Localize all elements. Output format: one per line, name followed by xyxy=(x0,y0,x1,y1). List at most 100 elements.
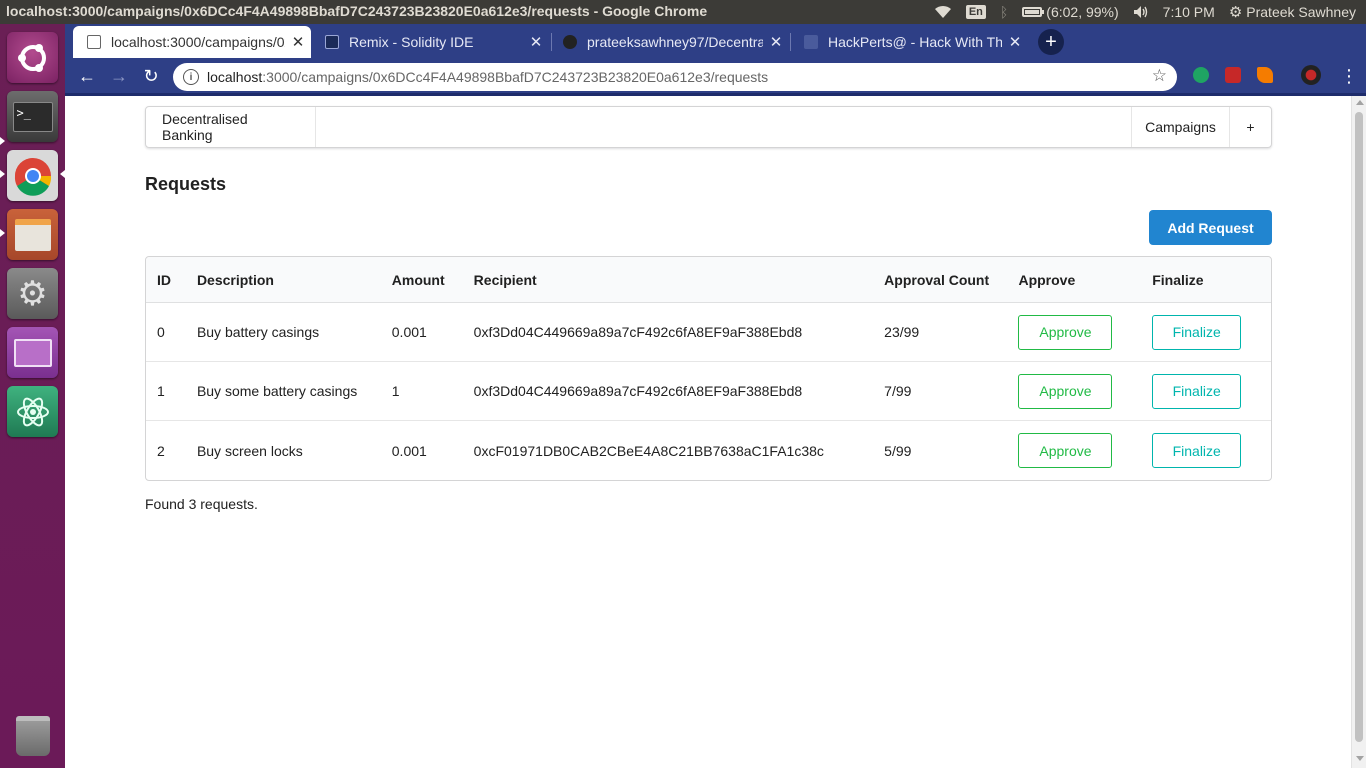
tab-github[interactable]: prateeksawhney97/Decentralised-Banking ✕ xyxy=(549,26,789,58)
cell-description: Buy some battery casings xyxy=(185,362,381,421)
metamask-extension-icon[interactable] xyxy=(1257,67,1273,83)
browser-toolbar: ← → ↻ i localhost:3000/campaigns/0x6DCc4… xyxy=(65,58,1366,96)
tab-title: Remix - Solidity IDE xyxy=(349,34,474,50)
header-recipient: Recipient xyxy=(462,257,874,303)
tab-close-icon[interactable]: ✕ xyxy=(763,33,789,51)
cell-recipient: 0xf3Dd04C449669a89a7cF492c6fA8EF9aF388Eb… xyxy=(462,362,874,421)
browser-menu-button[interactable]: ⋮ xyxy=(1339,64,1359,88)
chrome-icon[interactable] xyxy=(7,150,58,201)
battery-text: (6:02, 99%) xyxy=(1046,4,1119,20)
tab-remix[interactable]: Remix - Solidity IDE ✕ xyxy=(311,26,549,58)
red-extension-icon[interactable] xyxy=(1225,67,1241,83)
system-top-panel: localhost:3000/campaigns/0x6DCc4F4A49898… xyxy=(0,0,1366,24)
address-bar[interactable]: i localhost:3000/campaigns/0x6DCc4F4A498… xyxy=(173,63,1177,91)
hackperts-favicon-icon xyxy=(804,35,818,49)
page-title: Requests xyxy=(145,174,227,194)
cell-approval-count: 23/99 xyxy=(873,303,1008,362)
cell-approve: Approve xyxy=(1007,421,1141,480)
forward-button[interactable]: → xyxy=(107,64,131,88)
gear-icon: ⚙ xyxy=(1228,4,1243,21)
volume-icon[interactable] xyxy=(1133,5,1149,19)
bookmark-star-icon[interactable]: ☆ xyxy=(1152,66,1167,86)
add-request-button[interactable]: Add Request xyxy=(1149,210,1272,245)
wifi-icon[interactable] xyxy=(934,5,952,19)
tab-title: prateeksawhney97/Decentralised-Banking xyxy=(587,34,763,50)
browser-tab-strip: localhost:3000/campaigns/0x6DCc4F4A49898… xyxy=(65,24,1366,58)
bluetooth-icon[interactable]: ᛒ xyxy=(1000,4,1008,20)
cell-recipient: 0xf3Dd04C449669a89a7cF492c6fA8EF9aF388Eb… xyxy=(462,303,874,362)
unity-launcher: >_ ⚙ xyxy=(0,24,65,768)
requests-count-text: Found 3 requests. xyxy=(145,496,258,512)
cell-description: Buy battery casings xyxy=(185,303,381,362)
cell-finalize: Finalize xyxy=(1141,303,1271,362)
trash-icon[interactable] xyxy=(7,710,58,761)
approve-button[interactable]: Approve xyxy=(1018,373,1113,409)
tab-title: HackPerts@ - Hack With The Experts xyxy=(828,34,1002,50)
finalize-button[interactable]: Finalize xyxy=(1152,373,1242,409)
campaigns-link[interactable]: Campaigns xyxy=(1131,107,1229,147)
header-amount: Amount xyxy=(380,257,463,303)
cell-recipient: 0xcF01971DB0CAB2CBeE4A8C21BB7638aC1FA1c3… xyxy=(473,442,824,459)
finalize-button[interactable]: Finalize xyxy=(1152,314,1242,350)
new-campaign-link[interactable]: + xyxy=(1229,107,1271,147)
table-row: 0 Buy battery casings 0.001 0xf3Dd04C449… xyxy=(146,303,1271,362)
cell-approve: Approve xyxy=(1007,362,1142,421)
cell-amount: 1 xyxy=(380,362,463,421)
running-indicator xyxy=(0,229,5,237)
clock[interactable]: 7:10 PM xyxy=(1163,4,1215,20)
session-menu[interactable]: ⚙ Prateek Sawhney xyxy=(1229,3,1356,21)
reload-button[interactable]: ↻ xyxy=(139,64,163,88)
ubuntu-dash-icon[interactable] xyxy=(7,32,58,83)
scrollbar-thumb[interactable] xyxy=(1355,112,1363,742)
cell-amount: 0.001 xyxy=(391,442,427,459)
cell-approve: Approve xyxy=(1007,303,1142,362)
workspace-icon[interactable] xyxy=(7,327,58,378)
shield-extension-icon[interactable] xyxy=(1193,67,1209,83)
terminal-icon[interactable]: >_ xyxy=(7,91,58,142)
table-row: 1 Buy some battery casings 1 0xf3Dd04C44… xyxy=(146,362,1271,421)
remix-favicon-icon xyxy=(325,35,339,49)
scroll-up-arrow-icon[interactable] xyxy=(1356,100,1364,105)
brand-link[interactable]: Decentralised Banking xyxy=(146,107,316,147)
cell-approval-count: 7/99 xyxy=(873,362,1008,421)
keyboard-lang-indicator[interactable]: En xyxy=(965,5,986,19)
cell-id: 0 xyxy=(146,303,186,362)
table-row: 2 Buy screen locks 0.001 0xcF01971DB0CAB… xyxy=(146,421,1271,480)
table-header-row: ID Description Amount Recipient Approval… xyxy=(146,257,1271,303)
tab-close-icon[interactable]: ✕ xyxy=(285,33,311,51)
site-info-icon[interactable]: i xyxy=(183,69,199,85)
battery-icon xyxy=(1022,7,1045,17)
github-favicon-icon xyxy=(563,35,577,49)
system-tray: En ᛒ (6:02, 99%) 7:10 PM ⚙ Prateek Sawhn… xyxy=(934,0,1356,24)
files-icon[interactable] xyxy=(7,209,58,260)
header-finalize: Finalize xyxy=(1141,257,1271,303)
battery-level-fill xyxy=(1025,10,1040,14)
running-indicator xyxy=(0,137,5,145)
approve-button[interactable]: Approve xyxy=(1018,314,1113,350)
new-tab-button[interactable]: + xyxy=(1038,29,1064,55)
cell-finalize: Finalize xyxy=(1141,362,1271,421)
finalize-button[interactable]: Finalize xyxy=(1152,433,1242,468)
menu-spacer xyxy=(316,107,1131,147)
header-approval-count: Approval Count xyxy=(873,257,1008,303)
back-button[interactable]: ← xyxy=(75,64,99,88)
settings-icon[interactable]: ⚙ xyxy=(7,268,58,319)
tab-hackperts[interactable]: HackPerts@ - Hack With The Experts ✕ xyxy=(790,26,1028,58)
requests-table: ID Description Amount Recipient Approval… xyxy=(145,256,1272,481)
tab-close-icon[interactable]: ✕ xyxy=(523,33,549,51)
atom-icon[interactable] xyxy=(7,386,58,437)
tab-localhost-requests[interactable]: localhost:3000/campaigns/0x6DCc4F4A49898… xyxy=(73,26,311,58)
top-menu: Decentralised Banking Campaigns + xyxy=(145,106,1272,148)
scroll-down-arrow-icon[interactable] xyxy=(1356,756,1364,761)
header-description: Description xyxy=(185,257,381,303)
approve-button[interactable]: Approve xyxy=(1018,433,1113,468)
window-title: localhost:3000/campaigns/0x6DCc4F4A49898… xyxy=(6,3,708,19)
page-scrollbar[interactable] xyxy=(1351,96,1366,768)
tab-title: localhost:3000/campaigns/0x6DCc4F4A49898… xyxy=(111,34,285,50)
battery-indicator[interactable]: (6:02, 99%) xyxy=(1022,4,1119,20)
cell-description: Buy screen locks xyxy=(196,442,303,459)
cell-approval-count: 5/99 xyxy=(884,442,912,459)
profile-avatar[interactable] xyxy=(1301,65,1321,85)
cell-id: 2 xyxy=(157,442,165,459)
tab-close-icon[interactable]: ✕ xyxy=(1002,33,1028,51)
